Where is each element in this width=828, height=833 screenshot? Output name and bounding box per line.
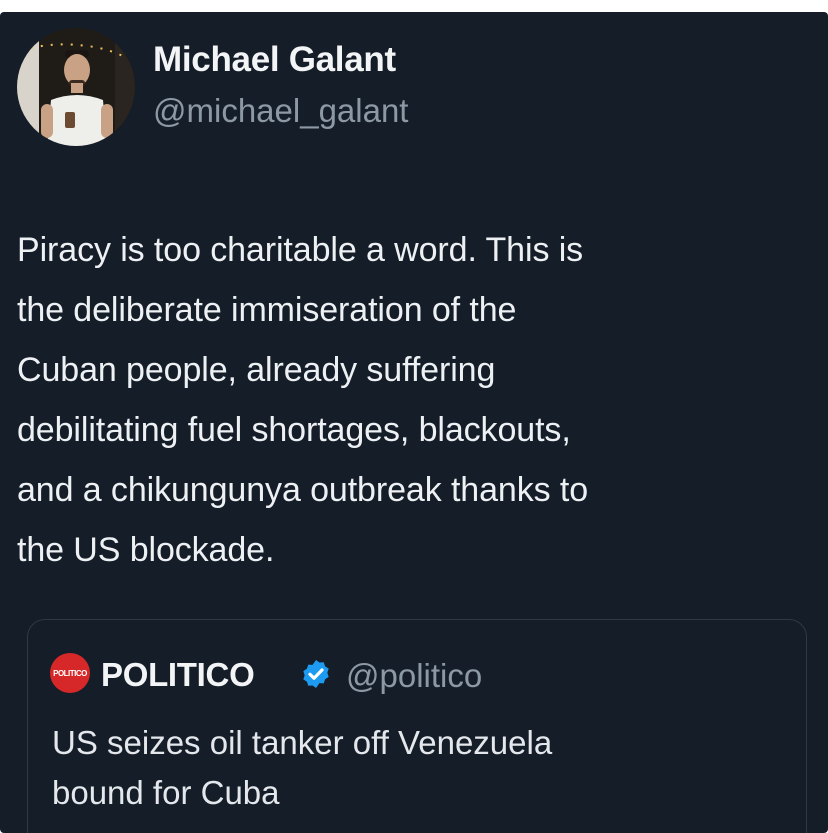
tweet-card[interactable]: Michael Galant @michael_galant Piracy is… xyxy=(0,12,828,833)
avatar[interactable] xyxy=(17,28,135,146)
author-handle[interactable]: @michael_galant xyxy=(153,92,408,130)
quoted-text: US seizes oil tanker off Venezuela bound… xyxy=(52,718,792,818)
quoted-handle: @politico xyxy=(346,657,483,694)
tweet-text-line: and a chikungunya outbreak thanks to xyxy=(17,471,589,509)
quoted-text-line: bound for Cuba xyxy=(52,774,280,811)
tweet-text-line: the deliberate immiseration of the xyxy=(17,291,517,329)
quoted-tweet-card[interactable]: POLITICO POLITICO @politico US seizes oi… xyxy=(27,619,807,833)
quoted-display-name: POLITICO xyxy=(101,656,255,693)
tweet-text-line: Cuban people, already suffering xyxy=(17,351,496,389)
tweet-text-line: debilitating fuel shortages, blackouts, xyxy=(17,411,571,449)
tweet-text-line: Piracy is too charitable a word. This is xyxy=(17,231,584,269)
tweet-text: Piracy is too charitable a word. This is… xyxy=(17,220,817,580)
author-display-name[interactable]: Michael Galant xyxy=(153,40,396,80)
politico-logo-icon: POLITICO xyxy=(50,653,90,693)
avatar-photo xyxy=(17,28,135,146)
quoted-text-line: US seizes oil tanker off Venezuela xyxy=(52,724,553,761)
tweet-text-line: the US blockade. xyxy=(17,531,275,569)
verified-badge-icon xyxy=(303,660,329,688)
politico-logo-text: POLITICO xyxy=(53,668,87,678)
